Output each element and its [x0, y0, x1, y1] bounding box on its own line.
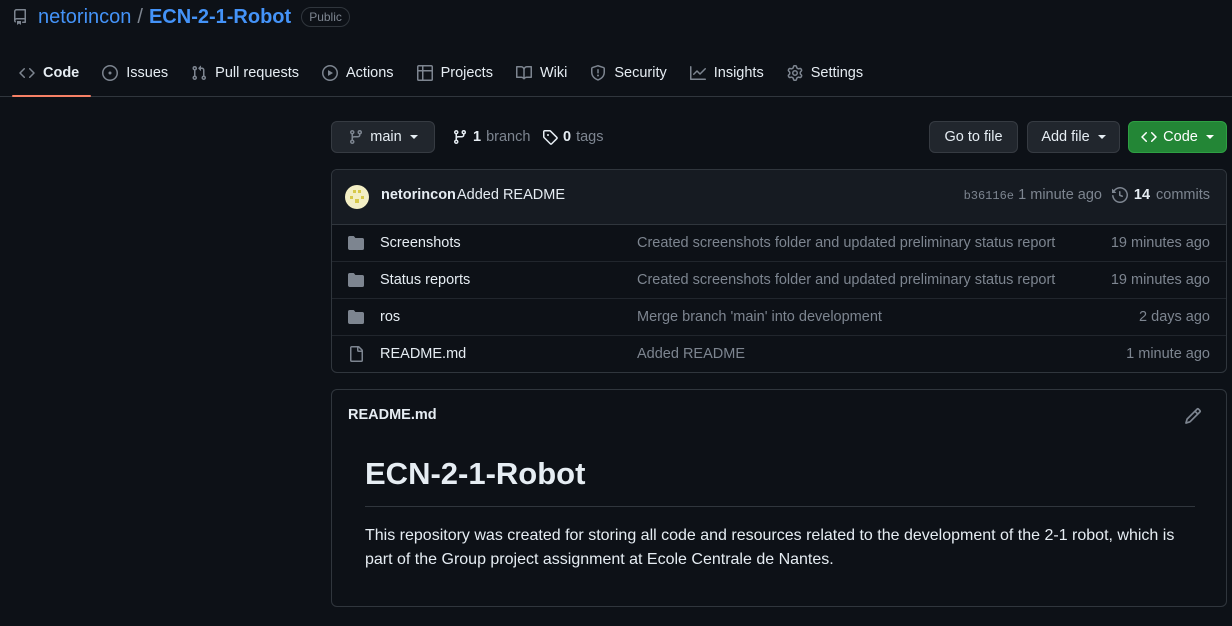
- branch-icon: [350, 130, 363, 145]
- repo-header: netorincon / ECN-2-1-Robot Public Code I…: [0, 0, 1232, 97]
- gear-icon: [787, 65, 803, 81]
- file-commit-message-link[interactable]: Created screenshots folder and updated p…: [637, 235, 1055, 251]
- tab-label: Projects: [440, 65, 493, 81]
- tab-label: Security: [614, 65, 667, 81]
- file-commit-time: 1 minute ago: [1126, 346, 1210, 362]
- repo-path-separator: /: [137, 5, 143, 28]
- repo-owner-link[interactable]: netorincon: [38, 6, 131, 29]
- branch-select-button[interactable]: main: [331, 121, 435, 153]
- tags-link[interactable]: 0 tags: [542, 121, 604, 153]
- file-commit-message-link[interactable]: Added README: [637, 346, 745, 362]
- commit-count: 14: [1133, 187, 1151, 203]
- book-icon: [515, 65, 532, 80]
- avatar[interactable]: [345, 185, 369, 209]
- tab-wiki[interactable]: Wiki: [509, 50, 579, 96]
- tag-count: 0: [563, 129, 572, 145]
- tab-settings[interactable]: Settings: [780, 50, 875, 96]
- play-icon: [322, 65, 338, 81]
- tab-label: Settings: [810, 65, 864, 81]
- file-name-link[interactable]: Status reports: [380, 272, 470, 288]
- branch-word: branch: [486, 129, 531, 145]
- commits-history-link[interactable]: 14 commits: [1111, 187, 1210, 203]
- commit-word: commits: [1156, 187, 1210, 203]
- commit-time: 1 minute ago: [1018, 187, 1102, 203]
- tab-label: Wiki: [539, 65, 568, 81]
- chevron-down-icon: [409, 135, 418, 139]
- table-icon: [416, 65, 433, 81]
- add-file-label: Add file: [1041, 129, 1090, 145]
- code-icon: [1141, 131, 1157, 143]
- commit-sha-link[interactable]: b36116e: [964, 189, 1014, 203]
- tag-word: tags: [576, 129, 604, 145]
- tab-issues[interactable]: Issues: [95, 50, 180, 96]
- chevron-down-icon: [1097, 135, 1106, 139]
- repo-icon: [12, 9, 28, 25]
- repo-title-row: netorincon / ECN-2-1-Robot Public: [12, 4, 350, 30]
- tab-label: Actions: [346, 65, 394, 81]
- file-commit-time: 19 minutes ago: [1110, 235, 1210, 251]
- pull-request-icon: [192, 65, 207, 81]
- file-icon: [350, 346, 363, 362]
- readme-heading: ECN-2-1-Robot: [365, 456, 1195, 507]
- file-row: Status reports Created screenshots folde…: [332, 262, 1226, 299]
- graph-icon: [689, 66, 706, 80]
- tab-label: Pull requests: [215, 65, 299, 81]
- code-button-label: Code: [1163, 129, 1198, 145]
- tag-icon: [543, 130, 558, 145]
- tab-label: Code: [43, 65, 80, 81]
- pencil-icon[interactable]: [1184, 407, 1202, 425]
- file-name-link[interactable]: Screenshots: [380, 235, 461, 251]
- folder-icon: [348, 273, 364, 287]
- history-icon: [1111, 187, 1128, 203]
- tab-insights[interactable]: Insights: [683, 50, 776, 96]
- file-row: README.md Added README 1 minute ago: [332, 336, 1226, 372]
- folder-icon: [348, 236, 364, 250]
- go-to-file-button[interactable]: Go to file: [929, 121, 1018, 153]
- branches-link[interactable]: 1 branch: [452, 121, 530, 153]
- tab-label: Insights: [713, 65, 764, 81]
- file-commit-time: 2 days ago: [1139, 309, 1210, 325]
- branch-icon: [453, 130, 466, 145]
- file-commit-time: 19 minutes ago: [1110, 272, 1210, 288]
- visibility-badge: Public: [301, 7, 350, 27]
- add-file-button[interactable]: Add file: [1027, 121, 1120, 153]
- code-dropdown-button[interactable]: Code: [1128, 121, 1227, 153]
- file-toolbar: main 1 branch 0 tags Go to file Add file…: [331, 121, 1227, 153]
- code-icon: [19, 67, 35, 79]
- file-name-link[interactable]: README.md: [380, 346, 466, 362]
- shield-icon: [591, 65, 606, 81]
- tab-pull-requests[interactable]: Pull requests: [184, 50, 311, 96]
- latest-commit-bar: netorincon Added README b36116e 1 minute…: [332, 170, 1226, 225]
- repo-nav-tabs: Code Issues Pull requests Actions Projec…: [12, 50, 879, 97]
- readme-filename: README.md: [348, 407, 437, 423]
- tab-security[interactable]: Security: [583, 50, 678, 96]
- file-commit-message-link[interactable]: Created screenshots folder and updated p…: [637, 272, 1055, 288]
- file-name-link[interactable]: ros: [380, 309, 400, 325]
- repo-name-link[interactable]: ECN-2-1-Robot: [149, 6, 291, 29]
- tab-projects[interactable]: Projects: [410, 50, 505, 96]
- folder-icon: [348, 310, 364, 324]
- commit-message-link[interactable]: Added README: [457, 187, 565, 203]
- tab-actions[interactable]: Actions: [315, 50, 406, 96]
- file-commit-message-link[interactable]: Merge branch 'main' into development: [637, 309, 882, 325]
- tab-code[interactable]: Code: [12, 50, 92, 97]
- file-list: netorincon Added README b36116e 1 minute…: [331, 169, 1227, 373]
- issue-icon: [102, 65, 119, 81]
- tab-label: Issues: [126, 65, 169, 81]
- readme-panel: README.md ECN-2-1-Robot This repository …: [331, 389, 1227, 607]
- file-row: ros Merge branch 'main' into development…: [332, 299, 1226, 336]
- file-row: Screenshots Created screenshots folder a…: [332, 225, 1226, 262]
- branch-count: 1: [473, 129, 482, 145]
- chevron-down-icon: [1205, 135, 1214, 139]
- readme-body: This repository was created for storing …: [365, 527, 1175, 568]
- branch-select-label: main: [370, 129, 402, 145]
- go-to-file-label: Go to file: [944, 129, 1003, 145]
- commit-author-link[interactable]: netorincon: [381, 187, 456, 203]
